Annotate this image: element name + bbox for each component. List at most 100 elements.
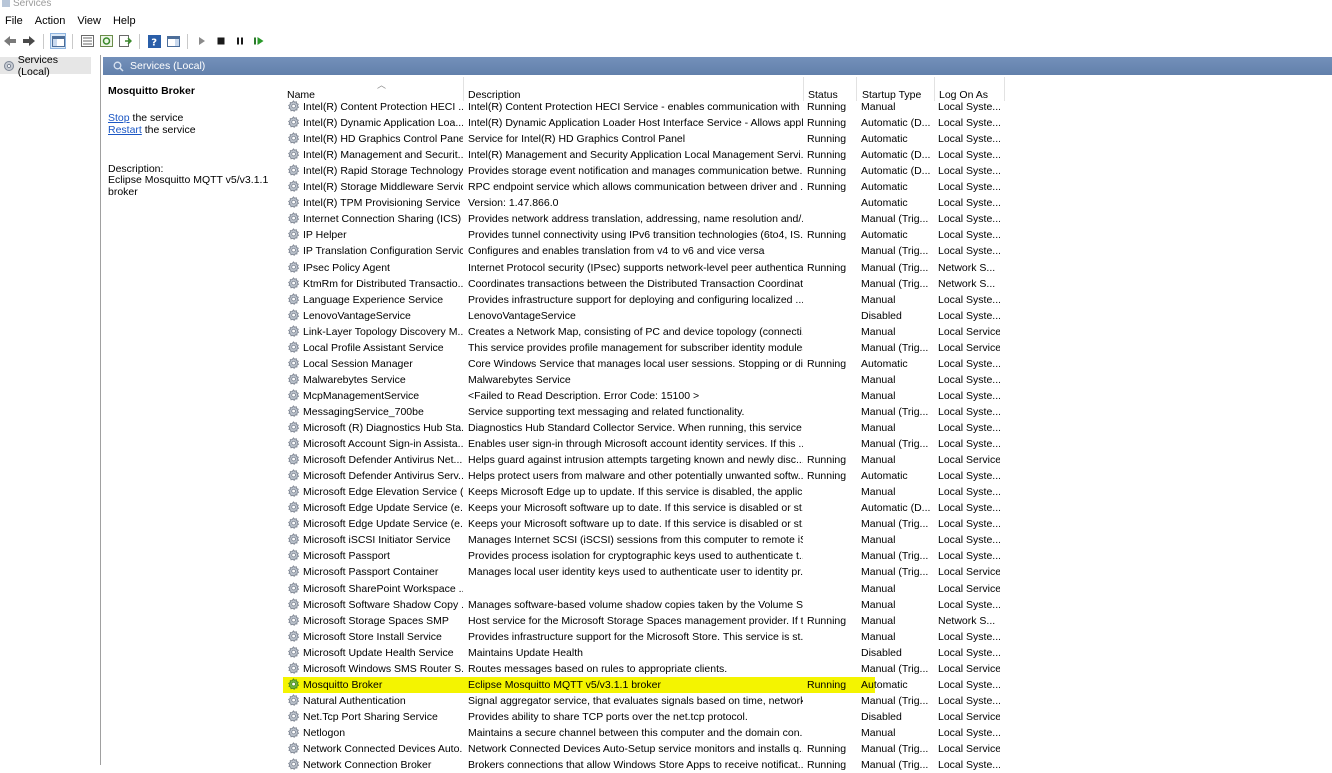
service-description-cell: Intel(R) Management and Security Applica… bbox=[468, 149, 803, 162]
service-name-cell: Netlogon bbox=[286, 725, 463, 741]
tree-item-services-local[interactable]: Services (Local) bbox=[0, 54, 91, 78]
help-button[interactable]: ? bbox=[146, 33, 162, 49]
table-row[interactable]: Natural Authentication Signal aggregator … bbox=[283, 693, 1003, 709]
toolbar-separator bbox=[43, 33, 44, 49]
restart-service-button[interactable] bbox=[251, 33, 267, 49]
properties-button[interactable] bbox=[79, 33, 95, 49]
table-row[interactable]: Local Profile Assistant Service This serv… bbox=[283, 340, 1003, 356]
service-name-text: Link-Layer Topology Discovery M... bbox=[303, 325, 463, 338]
table-row[interactable]: Netlogon Maintains a secure channel betwe… bbox=[283, 725, 1003, 741]
restart-action-text: the service bbox=[141, 124, 196, 136]
stop-service-button[interactable] bbox=[213, 33, 229, 49]
export-list-button[interactable] bbox=[117, 33, 133, 49]
table-row[interactable]: Microsoft Passport Container Manages loca… bbox=[283, 564, 1003, 580]
table-row[interactable]: Microsoft Edge Update Service (e... Keeps… bbox=[283, 516, 1003, 532]
service-logon-cell: Local Syste... bbox=[938, 534, 1000, 547]
table-row[interactable]: Microsoft Software Shadow Copy ... Manage… bbox=[283, 597, 1003, 613]
table-row[interactable]: Intel(R) Content Protection HECI ... Inte… bbox=[283, 99, 1003, 115]
service-name-cell: Intel(R) Content Protection HECI ... bbox=[286, 99, 463, 115]
table-row[interactable]: Microsoft Update Health Service Maintains… bbox=[283, 645, 1003, 661]
service-status-cell bbox=[807, 388, 857, 404]
table-row[interactable]: Microsoft SharePoint Workspace ... Manual… bbox=[283, 581, 1003, 597]
service-status-cell bbox=[807, 581, 857, 597]
table-row[interactable]: Microsoft Edge Update Service (e... Keeps… bbox=[283, 500, 1003, 516]
restart-service-link[interactable]: Restart bbox=[108, 124, 142, 136]
service-description-cell: Manages local user identity keys used to… bbox=[468, 566, 803, 579]
table-row[interactable]: Network Connection Broker Brokers connect… bbox=[283, 757, 1003, 773]
column-separator[interactable] bbox=[1004, 77, 1005, 101]
table-row[interactable]: Intel(R) Management and Securit... Intel(… bbox=[283, 147, 1003, 163]
service-startup-type-cell: Manual bbox=[861, 373, 896, 386]
table-row[interactable]: Microsoft Defender Antivirus Net... Helps… bbox=[283, 452, 1003, 468]
stop-service-link[interactable]: Stop bbox=[108, 112, 130, 124]
table-row[interactable]: Local Session Manager Core Windows Servic… bbox=[283, 356, 1003, 372]
service-name-text: Microsoft Passport bbox=[303, 550, 390, 563]
menu-help[interactable]: Help bbox=[107, 15, 142, 27]
column-separator[interactable] bbox=[856, 77, 857, 101]
forward-arrow-icon bbox=[23, 36, 35, 46]
service-startup-type-cell: Automatic bbox=[861, 181, 908, 194]
start-service-button[interactable] bbox=[194, 33, 210, 49]
table-row-selected[interactable]: Mosquitto Broker Eclipse Mosquitto MQTT v… bbox=[283, 676, 1000, 693]
table-row[interactable]: Intel(R) HD Graphics Control Pane... Serv… bbox=[283, 131, 1003, 147]
service-description-cell: Coordinates transactions between the Dis… bbox=[468, 277, 803, 290]
table-row[interactable]: Microsoft Store Install Service Provides … bbox=[283, 629, 1003, 645]
service-name-text: Microsoft iSCSI Initiator Service bbox=[303, 534, 451, 547]
service-gear-icon bbox=[288, 116, 300, 128]
table-row[interactable]: Microsoft Defender Antivirus Serv... Help… bbox=[283, 468, 1003, 484]
service-name-cell: Microsoft iSCSI Initiator Service bbox=[286, 532, 463, 548]
service-description-cell: Provides ability to share TCP ports over… bbox=[468, 710, 748, 723]
service-gear-icon bbox=[288, 469, 300, 482]
pause-service-button[interactable] bbox=[232, 33, 248, 49]
table-row[interactable]: Intel(R) TPM Provisioning Service Version… bbox=[283, 195, 1003, 211]
table-row[interactable]: Net.Tcp Port Sharing Service Provides abi… bbox=[283, 709, 1003, 725]
service-name-cell: Microsoft Update Health Service bbox=[286, 645, 463, 661]
table-row[interactable]: Intel(R) Storage Middleware Service RPC e… bbox=[283, 179, 1003, 195]
pause-icon bbox=[237, 37, 243, 45]
menu-view[interactable]: View bbox=[71, 15, 107, 27]
forward-button[interactable] bbox=[21, 33, 37, 49]
service-startup-type-cell: Manual (Trig... bbox=[861, 261, 929, 274]
table-row[interactable]: Network Connected Devices Auto... Network… bbox=[283, 741, 1003, 757]
table-row[interactable]: Malwarebytes Service Malwarebytes Service… bbox=[283, 372, 1003, 388]
table-row[interactable]: Microsoft iSCSI Initiator Service Manages… bbox=[283, 532, 1003, 548]
table-row[interactable]: KtmRm for Distributed Transactio... Coord… bbox=[283, 276, 1003, 292]
table-row[interactable]: Microsoft (R) Diagnostics Hub Sta... Diag… bbox=[283, 420, 1003, 436]
table-row[interactable]: Microsoft Account Sign-in Assista... Enab… bbox=[283, 436, 1003, 452]
table-row[interactable]: Language Experience Service Provides infr… bbox=[283, 292, 1003, 308]
action-pane-icon bbox=[166, 35, 180, 47]
table-row[interactable]: Microsoft Storage Spaces SMP Host service… bbox=[283, 613, 1003, 629]
table-row[interactable]: MessagingService_700be Service supporting… bbox=[283, 404, 1003, 420]
table-row[interactable]: Microsoft Edge Elevation Service (... Kee… bbox=[283, 484, 1003, 500]
menu-action[interactable]: Action bbox=[29, 15, 72, 27]
service-status-cell: Running bbox=[807, 678, 847, 691]
table-row[interactable]: IP Helper Provides tunnel connectivity us… bbox=[283, 227, 1003, 243]
service-startup-type-cell: Manual (Trig... bbox=[861, 405, 929, 418]
service-logon-cell: Network S... bbox=[938, 277, 996, 290]
service-name-text: Microsoft Windows SMS Router S... bbox=[303, 662, 463, 675]
table-row[interactable]: IP Translation Configuration Service Conf… bbox=[283, 243, 1003, 259]
menu-file[interactable]: File bbox=[0, 15, 29, 27]
table-row[interactable]: Intel(R) Dynamic Application Loa... Intel… bbox=[283, 115, 1003, 131]
refresh-button[interactable] bbox=[98, 33, 114, 49]
show-console-tree-button[interactable] bbox=[50, 33, 66, 49]
service-startup-type-cell: Automatic bbox=[861, 229, 908, 242]
table-row[interactable]: Intel(R) Rapid Storage Technology Provide… bbox=[283, 163, 1003, 179]
detail-header-title: Services (Local) bbox=[130, 60, 206, 72]
table-row[interactable]: Internet Connection Sharing (ICS) Provide… bbox=[283, 211, 1003, 227]
table-row[interactable]: LenovoVantageService LenovoVantageService… bbox=[283, 308, 1003, 324]
service-startup-type-cell: Manual (Trig... bbox=[861, 759, 929, 772]
table-row[interactable]: McpManagementService <Failed to Read Desc… bbox=[283, 388, 1003, 404]
back-button[interactable] bbox=[2, 33, 18, 49]
service-startup-type-cell: Manual (Trig... bbox=[861, 518, 929, 531]
service-status-cell bbox=[807, 292, 857, 308]
table-row[interactable]: Link-Layer Topology Discovery M... Create… bbox=[283, 324, 1003, 340]
table-row[interactable]: Microsoft Passport Provides process isola… bbox=[283, 548, 1003, 564]
show-action-pane-button[interactable] bbox=[165, 33, 181, 49]
table-row[interactable]: IPsec Policy Agent Internet Protocol secu… bbox=[283, 260, 1003, 276]
service-gear-icon bbox=[288, 164, 300, 177]
export-icon bbox=[118, 35, 132, 47]
table-row[interactable]: Microsoft Windows SMS Router S... Routes … bbox=[283, 661, 1003, 677]
refresh-icon bbox=[99, 35, 113, 47]
service-gear-icon bbox=[288, 421, 300, 433]
